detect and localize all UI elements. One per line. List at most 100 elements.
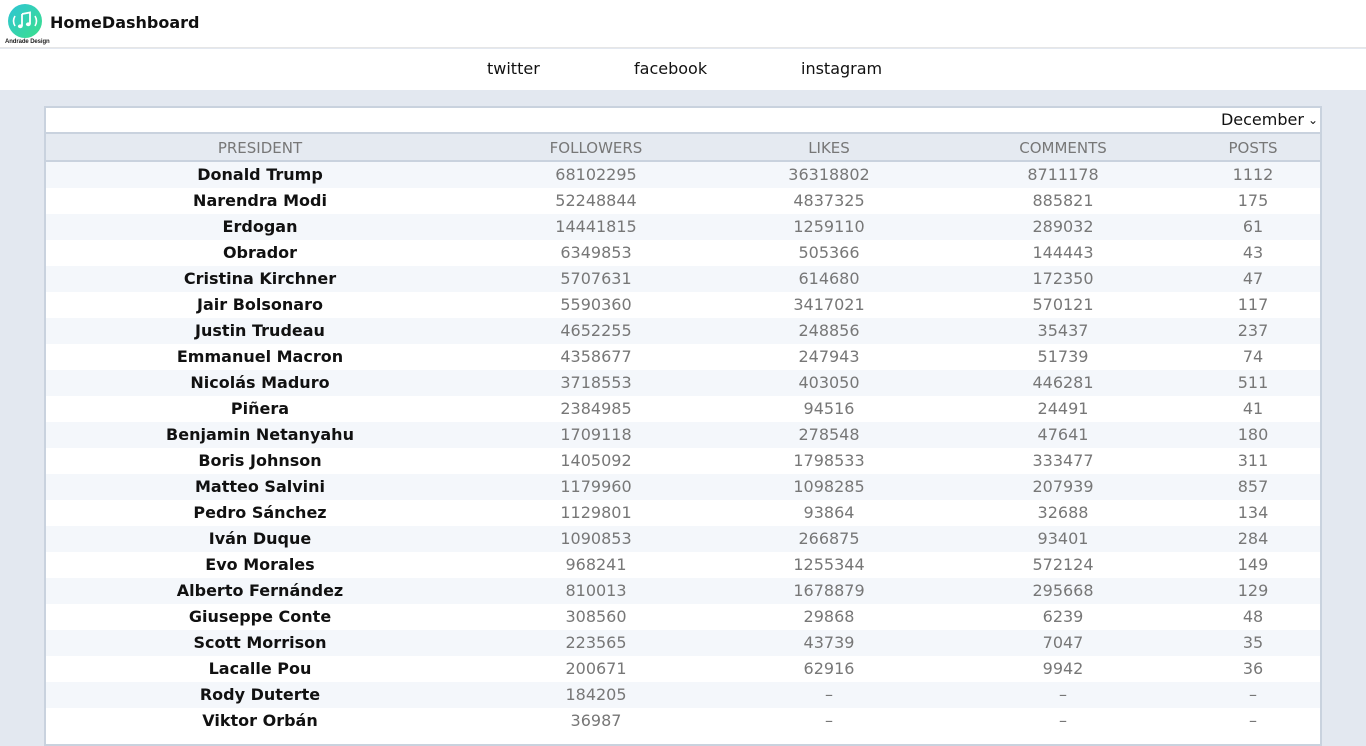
table-row[interactable]: Obrador 6349853 505366 144443 43 — [46, 240, 1320, 266]
table-row[interactable]: Boris Johnson 1405092 1798533 333477 311 — [46, 448, 1320, 474]
cell-posts: 48 — [1242, 607, 1264, 626]
cell-posts: 36 — [1242, 659, 1264, 678]
brand-title[interactable]: HomeDashboard — [50, 13, 199, 32]
cell-followers: 14441815 — [555, 217, 637, 236]
music-note-logo-icon[interactable] — [8, 4, 42, 38]
cell-comments: 47641 — [1037, 425, 1089, 444]
cell-comments: 8711178 — [1027, 165, 1099, 184]
cell-comments: 333477 — [1032, 451, 1094, 470]
cell-president: Lacalle Pou — [208, 659, 312, 678]
table-row[interactable]: Lacalle Pou 200671 62916 9942 36 — [46, 656, 1320, 682]
table-row[interactable]: Evo Morales 968241 1255344 572124 149 — [46, 552, 1320, 578]
cell-president: Obrador — [222, 243, 298, 262]
cell-followers: 1090853 — [560, 529, 632, 548]
column-header-likes[interactable]: LIKES — [718, 139, 940, 157]
cell-likes: 505366 — [798, 243, 860, 262]
cell-president: Alberto Fernández — [176, 581, 344, 600]
table-row[interactable]: Pedro Sánchez 1129801 93864 32688 134 — [46, 500, 1320, 526]
cell-posts: 35 — [1242, 633, 1264, 652]
cell-followers: 968241 — [565, 555, 627, 574]
cell-followers: 184205 — [565, 685, 627, 704]
cell-president: Scott Morrison — [193, 633, 327, 652]
cell-comments: 446281 — [1032, 373, 1094, 392]
table-row[interactable]: Nicolás Maduro 3718553 403050 446281 511 — [46, 370, 1320, 396]
table-body: Donald Trump 68102295 36318802 8711178 1112 N… — [46, 162, 1320, 734]
cell-followers: 4358677 — [560, 347, 632, 366]
cell-likes: 266875 — [798, 529, 860, 548]
column-header-comments[interactable]: COMMENTS — [940, 139, 1186, 157]
cell-comments: – — [1059, 711, 1067, 730]
table-row[interactable]: Erdogan 14441815 1259110 289032 61 — [46, 214, 1320, 240]
month-select[interactable]: December ⌄ — [1221, 110, 1318, 129]
cell-likes: 43739 — [803, 633, 855, 652]
table-row[interactable]: Cristina Kirchner 5707631 614680 172350 47 — [46, 266, 1320, 292]
cell-likes: 1798533 — [793, 451, 865, 470]
cell-president: Evo Morales — [205, 555, 315, 574]
table-row[interactable]: Alberto Fernández 810013 1678879 295668 129 — [46, 578, 1320, 604]
table-row[interactable]: Donald Trump 68102295 36318802 8711178 1112 — [46, 162, 1320, 188]
column-header-posts[interactable]: POSTS — [1186, 139, 1320, 157]
cell-president: Boris Johnson — [198, 451, 322, 470]
cell-followers: 52248844 — [555, 191, 637, 210]
cell-likes: 94516 — [803, 399, 855, 418]
cell-posts: – — [1249, 711, 1257, 730]
cell-president: Emmanuel Macron — [176, 347, 344, 366]
cell-likes: 248856 — [798, 321, 860, 340]
column-header-president[interactable]: PRESIDENT — [46, 139, 474, 157]
month-select-value: December — [1220, 110, 1304, 129]
cell-president: Iván Duque — [208, 529, 312, 548]
cell-posts: 74 — [1242, 347, 1264, 366]
cell-president: Piñera — [230, 399, 290, 418]
cell-president: Pedro Sánchez — [193, 503, 327, 522]
cell-comments: 32688 — [1037, 503, 1089, 522]
cell-president: Benjamin Netanyahu — [166, 425, 354, 444]
cell-followers: 200671 — [565, 659, 627, 678]
cell-president: Cristina Kirchner — [183, 269, 337, 288]
cell-posts: 311 — [1237, 451, 1269, 470]
cell-followers: 1179960 — [560, 477, 632, 496]
cell-comments: 51739 — [1037, 347, 1089, 366]
table-row[interactable]: Scott Morrison 223565 43739 7047 35 — [46, 630, 1320, 656]
cell-comments: 295668 — [1032, 581, 1094, 600]
table-row[interactable]: Emmanuel Macron 4358677 247943 51739 74 — [46, 344, 1320, 370]
cell-followers: 68102295 — [555, 165, 637, 184]
cell-posts: 511 — [1237, 373, 1269, 392]
column-header-followers[interactable]: FOLLOWERS — [474, 139, 718, 157]
table-row[interactable]: Giuseppe Conte 308560 29868 6239 48 — [46, 604, 1320, 630]
table-row[interactable]: Viktor Orbán 36987 – – – — [46, 708, 1320, 734]
table-row[interactable]: Matteo Salvini 1179960 1098285 207939 857 — [46, 474, 1320, 500]
cell-followers: 4652255 — [560, 321, 632, 340]
cell-likes: 614680 — [798, 269, 860, 288]
cell-likes: 247943 — [798, 347, 860, 366]
nav-item-instagram[interactable]: instagram — [801, 59, 882, 78]
cell-posts: 857 — [1237, 477, 1269, 496]
cell-comments: 7047 — [1042, 633, 1084, 652]
cell-likes: 1098285 — [793, 477, 865, 496]
cell-comments: 572124 — [1032, 555, 1094, 574]
nav-item-facebook[interactable]: facebook — [634, 59, 707, 78]
table-row[interactable]: Narendra Modi 52248844 4837325 885821 175 — [46, 188, 1320, 214]
cell-likes: – — [825, 711, 833, 730]
cell-comments: 172350 — [1032, 269, 1094, 288]
cell-posts: 117 — [1237, 295, 1269, 314]
table-row[interactable]: Justin Trudeau 4652255 248856 35437 237 — [46, 318, 1320, 344]
table-row[interactable]: Piñera 2384985 94516 24491 41 — [46, 396, 1320, 422]
nav-item-twitter[interactable]: twitter — [487, 59, 540, 78]
cell-likes: 36318802 — [788, 165, 870, 184]
cell-followers: 1129801 — [560, 503, 632, 522]
cell-comments: 570121 — [1032, 295, 1094, 314]
cell-president: Nicolás Maduro — [190, 373, 330, 392]
cell-posts: 175 — [1237, 191, 1269, 210]
cell-posts: 129 — [1237, 581, 1269, 600]
stats-panel: December ⌄ PRESIDENT FOLLOWERS LIKES COMM… — [44, 106, 1322, 746]
cell-followers: 1709118 — [560, 425, 632, 444]
cell-comments: 35437 — [1037, 321, 1089, 340]
table-row[interactable]: Benjamin Netanyahu 1709118 278548 47641 180 — [46, 422, 1320, 448]
cell-likes: 403050 — [798, 373, 860, 392]
table-row[interactable]: Iván Duque 1090853 266875 93401 284 — [46, 526, 1320, 552]
cell-followers: 223565 — [565, 633, 627, 652]
table-row[interactable]: Rody Duterte 184205 – – – — [46, 682, 1320, 708]
cell-followers: 36987 — [570, 711, 622, 730]
cell-comments: 93401 — [1037, 529, 1089, 548]
table-row[interactable]: Jair Bolsonaro 5590360 3417021 570121 117 — [46, 292, 1320, 318]
